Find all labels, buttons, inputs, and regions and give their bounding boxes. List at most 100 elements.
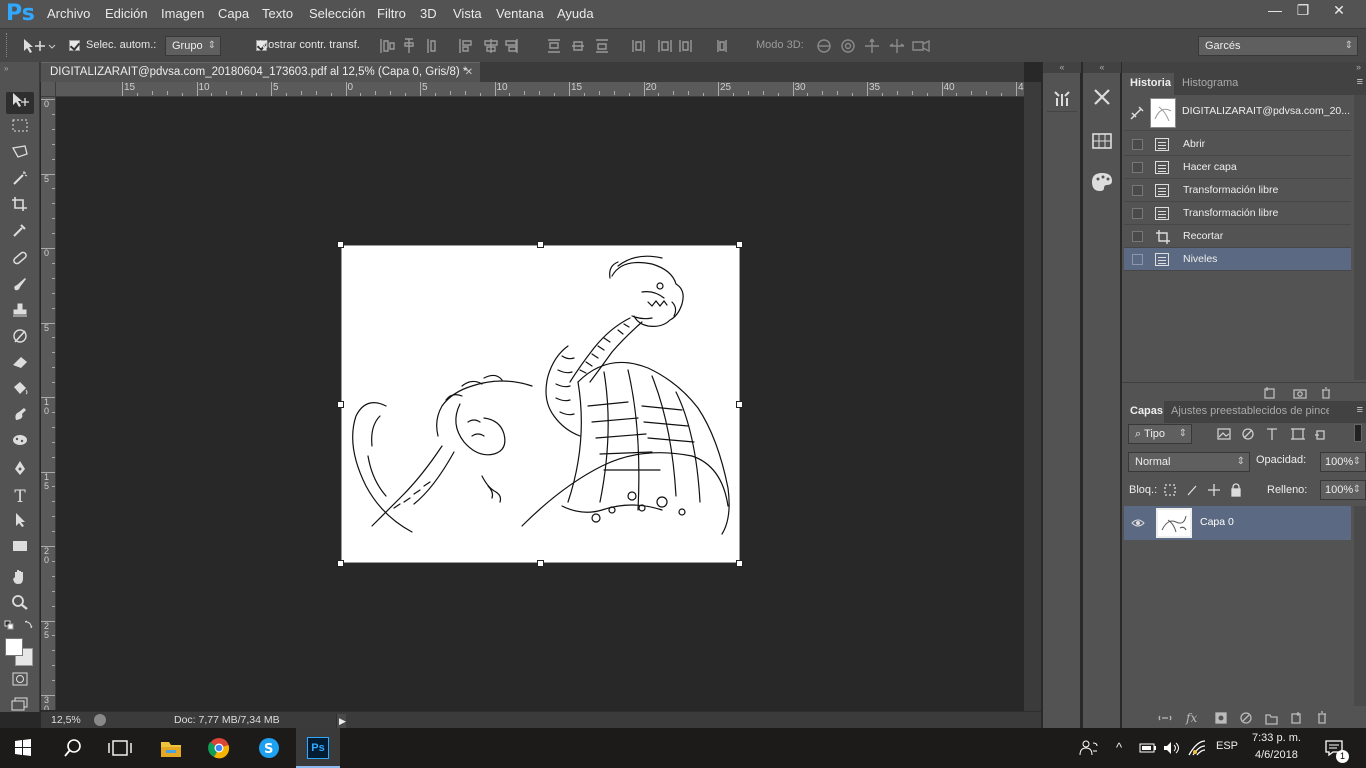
vertical-scrollbar[interactable] [1024, 82, 1041, 712]
menu-seleccion[interactable]: Selección [309, 6, 365, 21]
menu-edicion[interactable]: Edición [105, 6, 148, 21]
brush-presets-button[interactable] [1047, 82, 1077, 112]
layer-filter-icons[interactable] [1216, 425, 1326, 443]
brush-tool[interactable] [6, 276, 34, 298]
layer-name[interactable]: Capa 0 [1200, 516, 1234, 528]
foreground-color-swatch[interactable] [5, 638, 23, 656]
screen-mode-button[interactable] [6, 696, 34, 718]
horizontal-scrollbar[interactable] [371, 712, 1024, 729]
lasso-tool[interactable] [6, 144, 34, 166]
rectangle-tool[interactable] [6, 538, 34, 560]
status-info-icon[interactable] [94, 714, 106, 726]
transform-handle-t[interactable] [537, 241, 544, 248]
history-scrollbar[interactable] [1354, 95, 1366, 380]
pen-tool[interactable] [6, 460, 34, 482]
filter-toggle[interactable] [1354, 424, 1362, 442]
history-step[interactable]: Abrir [1124, 133, 1351, 156]
menu-imagen[interactable]: Imagen [161, 6, 204, 21]
volume-icon[interactable] [1162, 740, 1180, 756]
transform-handle-tl[interactable] [337, 241, 344, 248]
layers-footer-icons[interactable]: fx [1158, 710, 1338, 726]
fill-input[interactable]: 100% [1320, 480, 1366, 500]
swatches-button[interactable] [1087, 126, 1117, 156]
align-distribute-icons[interactable] [378, 37, 738, 55]
tab-histograma[interactable]: Histograma [1182, 77, 1238, 89]
history-brush-tool[interactable] [6, 328, 34, 350]
path-selection-tool[interactable] [6, 512, 34, 534]
layers-scrollbar[interactable] [1354, 506, 1366, 706]
chrome-icon[interactable] [208, 737, 230, 759]
clone-stamp-tool[interactable] [6, 302, 34, 324]
panel-menu-icon[interactable]: ≡ [1357, 76, 1363, 88]
move-tool-preset-icon[interactable] [22, 37, 56, 55]
zoom-tool[interactable] [6, 594, 34, 616]
auto-select-dropdown[interactable]: Grupo [165, 36, 221, 56]
history-step-selected[interactable]: Niveles [1124, 248, 1351, 271]
transform-handle-bl[interactable] [337, 560, 344, 567]
magic-wand-tool[interactable] [6, 170, 34, 192]
eraser-tool[interactable] [6, 354, 34, 376]
status-menu-arrow[interactable]: ▶ [336, 714, 346, 728]
layer-filter-dropdown[interactable]: ⌕ Tipo [1128, 424, 1192, 444]
search-icon[interactable] [63, 738, 83, 758]
hand-tool[interactable] [6, 568, 34, 590]
tab-capas[interactable]: Capas [1130, 405, 1163, 417]
paint-bucket-tool[interactable] [6, 380, 34, 402]
dock-collapse-icon[interactable]: « [1043, 62, 1081, 73]
task-view-icon[interactable] [108, 739, 132, 757]
visibility-eye-icon[interactable] [1131, 517, 1145, 529]
history-snapshot[interactable]: DIGITALIZARAIT@pdvsa.com_20... [1124, 95, 1351, 131]
clock-date[interactable]: 4/6/2018 [1255, 749, 1298, 761]
opacity-input[interactable]: 100% [1320, 452, 1366, 472]
history-step[interactable]: Recortar [1124, 225, 1351, 248]
language-indicator[interactable]: ESP [1216, 740, 1238, 752]
quick-mask-button[interactable] [6, 671, 34, 693]
ruler-origin[interactable] [41, 82, 56, 97]
history-footer-icons[interactable] [1262, 386, 1332, 400]
menu-filtro[interactable]: Filtro [377, 6, 406, 21]
blend-mode-dropdown[interactable]: Normal [1128, 452, 1250, 472]
wifi-icon[interactable] [1187, 739, 1207, 757]
dodge-tool[interactable] [6, 432, 34, 454]
workspace-dropdown[interactable]: Garcés [1198, 36, 1358, 56]
menu-3d[interactable]: 3D [420, 6, 437, 21]
blur-tool[interactable] [6, 406, 34, 428]
auto-select-checkbox[interactable] [69, 40, 80, 52]
menu-archivo[interactable]: Archivo [47, 6, 90, 21]
people-icon[interactable] [1079, 739, 1099, 757]
menu-ayuda[interactable]: Ayuda [557, 6, 594, 21]
file-explorer-icon[interactable] [160, 737, 182, 759]
history-step[interactable]: Hacer capa [1124, 156, 1351, 179]
history-step[interactable]: Transformación libre [1124, 202, 1351, 225]
tools-presets-button[interactable] [1087, 82, 1117, 112]
zoom-level[interactable]: 12,5% [51, 714, 81, 726]
lock-icons[interactable] [1162, 482, 1246, 498]
clock-time[interactable]: 7:33 p. m. [1252, 732, 1301, 744]
menu-ventana[interactable]: Ventana [496, 6, 544, 21]
crop-tool[interactable] [6, 196, 34, 218]
styles-button[interactable] [1087, 166, 1117, 196]
menu-capa[interactable]: Capa [218, 6, 249, 21]
history-step[interactable]: Transformación libre [1124, 179, 1351, 202]
windows-start-icon[interactable] [14, 739, 32, 757]
transform-handle-r[interactable] [736, 401, 743, 408]
battery-icon[interactable] [1139, 741, 1157, 755]
transform-handle-b[interactable] [537, 560, 544, 567]
document-tab[interactable]: DIGITALIZARAIT@pdvsa.com_20180604_173603… [41, 62, 480, 83]
default-swap-colors-icon[interactable] [3, 619, 35, 631]
collapse-icon[interactable]: » [4, 65, 36, 73]
dock-collapse-icon-2[interactable]: « [1083, 62, 1121, 73]
tab-close-icon[interactable]: ✕ [465, 63, 473, 82]
photoshop-taskbar-button[interactable]: Ps [296, 728, 340, 768]
3d-mode-icons[interactable] [815, 37, 935, 55]
close-button[interactable]: ✕ [1322, 0, 1356, 20]
layer-row[interactable]: Capa 0 [1124, 506, 1351, 540]
type-tool[interactable]: T [6, 486, 34, 508]
move-tool[interactable] [6, 92, 34, 114]
document-canvas[interactable] [341, 245, 740, 563]
menu-vista[interactable]: Vista [453, 6, 482, 21]
restore-button[interactable]: ❐ [1286, 0, 1320, 20]
panel-collapse-icon[interactable]: » [1122, 62, 1366, 73]
tab-brush-presets[interactable]: Ajustes preestablecidos de pincel [1171, 405, 1329, 417]
transform-handle-tr[interactable] [736, 241, 743, 248]
